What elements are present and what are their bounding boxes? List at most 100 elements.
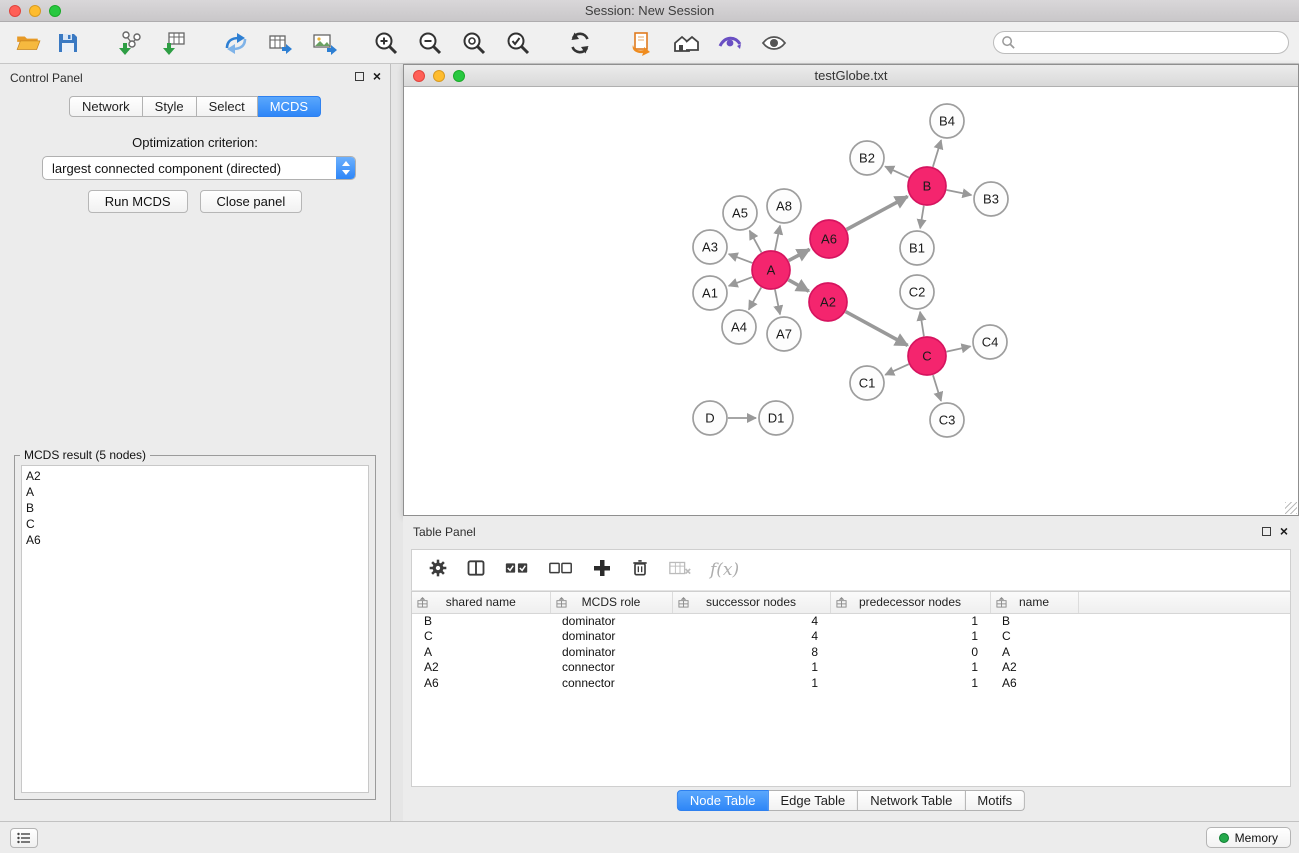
tab-style[interactable]: Style: [143, 96, 197, 117]
table-cell[interactable]: A6: [990, 675, 1078, 691]
table-cell[interactable]: 4: [672, 613, 830, 629]
graph-edge-C-C3[interactable]: [933, 375, 941, 401]
tab-network[interactable]: Network: [69, 96, 143, 117]
tab-motifs[interactable]: Motifs: [965, 790, 1025, 811]
column-header-predecessor-nodes[interactable]: predecessor nodes: [830, 592, 990, 613]
table-row[interactable]: Adominator80A: [412, 644, 1290, 660]
table-cell[interactable]: B: [412, 613, 550, 629]
table-cell[interactable]: dominator: [550, 629, 672, 645]
table-cell[interactable]: C: [990, 629, 1078, 645]
table-cell[interactable]: 1: [672, 660, 830, 676]
task-history-button[interactable]: [10, 828, 38, 848]
graph-edge-A-A2[interactable]: [788, 280, 808, 291]
graph-edge-C-C2[interactable]: [920, 312, 924, 336]
mcds-result-item[interactable]: A6: [26, 532, 364, 548]
network-graph[interactable]: B4B2BB3A5A8A6B1A3AC2A1A2A4A7C1CC4C3DD1: [404, 87, 1298, 515]
tab-select[interactable]: Select: [197, 96, 258, 117]
save-session-button[interactable]: [52, 27, 84, 59]
table-cell[interactable]: 1: [830, 629, 990, 645]
table-cell[interactable]: dominator: [550, 644, 672, 660]
zoom-network-button[interactable]: [453, 70, 465, 82]
apply-layout-button[interactable]: [564, 27, 596, 59]
export-image-button[interactable]: [308, 27, 340, 59]
table-cell[interactable]: 1: [830, 660, 990, 676]
graph-node-A1[interactable]: A1: [693, 276, 727, 310]
graph-edge-C-C1[interactable]: [885, 364, 909, 375]
import-table-file-button[interactable]: [158, 27, 190, 59]
table-row[interactable]: Bdominator41B: [412, 613, 1290, 629]
open-session-button[interactable]: [12, 27, 44, 59]
deselect-all-button[interactable]: [548, 559, 574, 582]
graph-node-D[interactable]: D: [693, 401, 727, 435]
tab-node-table[interactable]: Node Table: [677, 790, 769, 811]
table-cell[interactable]: A: [990, 644, 1078, 660]
tab-edge-table[interactable]: Edge Table: [768, 790, 858, 811]
tab-network-table[interactable]: Network Table: [858, 790, 965, 811]
memory-button[interactable]: Memory: [1206, 827, 1291, 848]
table-cell[interactable]: dominator: [550, 613, 672, 629]
criterion-select[interactable]: largest connected component (directed): [42, 156, 356, 180]
select-all-button[interactable]: [504, 559, 530, 582]
float-panel-icon[interactable]: [1262, 527, 1271, 536]
zoom-window-button[interactable]: [49, 5, 61, 17]
table-cell[interactable]: 1: [830, 675, 990, 691]
mcds-result-item[interactable]: C: [26, 516, 364, 532]
table-cell[interactable]: 4: [672, 629, 830, 645]
zoom-out-button[interactable]: [414, 27, 446, 59]
table-cell[interactable]: A: [412, 644, 550, 660]
table-cell[interactable]: A2: [990, 660, 1078, 676]
graph-edge-A-A6[interactable]: [789, 249, 810, 260]
table-cell[interactable]: 1: [830, 613, 990, 629]
home-button[interactable]: [670, 27, 702, 59]
zoom-in-button[interactable]: [370, 27, 402, 59]
delete-table-button[interactable]: [668, 559, 692, 582]
column-header-successor-nodes[interactable]: successor nodes: [672, 592, 830, 613]
table-cell[interactable]: A2: [412, 660, 550, 676]
mcds-result-item[interactable]: A2: [26, 468, 364, 484]
graph-node-A6[interactable]: A6: [810, 220, 848, 258]
graph-edge-B-B3[interactable]: [947, 190, 972, 195]
import-file-button[interactable]: [626, 27, 658, 59]
graph-node-B2[interactable]: B2: [850, 141, 884, 175]
column-header-shared-name[interactable]: shared name: [412, 592, 550, 613]
table-settings-button[interactable]: [428, 558, 448, 583]
graph-edge-A-A3[interactable]: [729, 254, 753, 263]
graph-node-A2[interactable]: A2: [809, 283, 847, 321]
graph-edge-A-A7[interactable]: [775, 290, 780, 315]
graph-edge-C-C4[interactable]: [947, 346, 971, 351]
graph-edge-B-B4[interactable]: [933, 140, 941, 167]
mcds-result-item[interactable]: A: [26, 484, 364, 500]
graph-edge-A-A5[interactable]: [750, 231, 762, 253]
export-network-button[interactable]: [220, 27, 252, 59]
import-network-file-button[interactable]: [114, 27, 146, 59]
delete-column-button[interactable]: [630, 558, 650, 583]
table-cell[interactable]: B: [990, 613, 1078, 629]
table-cell[interactable]: connector: [550, 660, 672, 676]
graph-node-A3[interactable]: A3: [693, 230, 727, 264]
table-cell[interactable]: 8: [672, 644, 830, 660]
graph-edge-B-B2[interactable]: [885, 166, 909, 177]
graph-node-A[interactable]: A: [752, 251, 790, 289]
graph-node-C1[interactable]: C1: [850, 366, 884, 400]
graphics-details-button[interactable]: [714, 27, 746, 59]
minimize-network-button[interactable]: [433, 70, 445, 82]
graph-node-A5[interactable]: A5: [723, 196, 757, 230]
zoom-fit-button[interactable]: [458, 27, 490, 59]
graph-node-A8[interactable]: A8: [767, 189, 801, 223]
mcds-result-list[interactable]: A2ABCA6: [21, 465, 369, 793]
graph-node-B3[interactable]: B3: [974, 182, 1008, 216]
show-hide-button[interactable]: [758, 27, 790, 59]
table-cell[interactable]: connector: [550, 675, 672, 691]
table-row[interactable]: A2connector11A2: [412, 660, 1290, 676]
graph-node-C3[interactable]: C3: [930, 403, 964, 437]
add-column-button[interactable]: [592, 558, 612, 583]
function-builder-button[interactable]: f(x): [710, 560, 739, 580]
table-cell[interactable]: 1: [672, 675, 830, 691]
column-header-mcds-role[interactable]: MCDS role: [550, 592, 672, 613]
graph-node-B4[interactable]: B4: [930, 104, 964, 138]
show-columns-button[interactable]: [466, 558, 486, 583]
graph-node-B[interactable]: B: [908, 167, 946, 205]
resize-grip[interactable]: [1285, 502, 1297, 514]
close-network-button[interactable]: [413, 70, 425, 82]
tab-mcds[interactable]: MCDS: [258, 96, 321, 117]
